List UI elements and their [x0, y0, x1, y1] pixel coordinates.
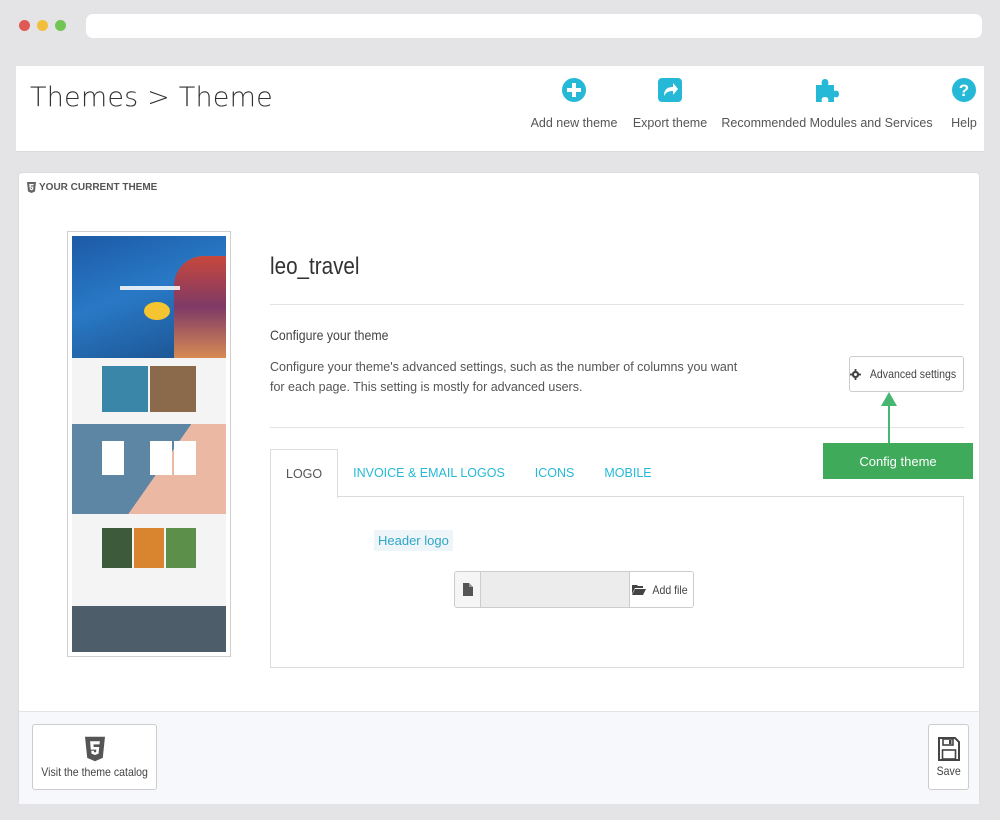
- theme-name: leo_travel: [270, 253, 360, 280]
- puzzle-icon: [816, 79, 839, 102]
- browser-chrome: [0, 0, 1000, 52]
- export-theme-label: Export theme: [632, 116, 708, 130]
- panel-footer: Visit the theme catalog Save: [19, 711, 979, 804]
- tab-icons[interactable]: ICONS: [520, 449, 590, 497]
- tab-mobile[interactable]: MOBILE: [589, 449, 666, 497]
- plus-circle-icon: [562, 78, 586, 102]
- visit-theme-catalog-button[interactable]: Visit the theme catalog: [32, 724, 157, 790]
- page-header: Themes > Theme Add new theme Export them…: [16, 66, 984, 152]
- tab-logo[interactable]: LOGO: [270, 449, 339, 498]
- panel-heading: YOUR CURRENT THEME: [27, 182, 157, 193]
- share-icon: [658, 78, 682, 102]
- header-logo-label: Header logo: [374, 530, 453, 551]
- export-theme-button[interactable]: Export theme: [628, 76, 712, 130]
- question-circle-icon: ?: [952, 78, 976, 102]
- add-new-theme-button[interactable]: Add new theme: [524, 76, 624, 130]
- window-minimize-dot[interactable]: [37, 20, 48, 31]
- add-new-theme-label: Add new theme: [530, 116, 618, 130]
- advanced-settings-label: Advanced settings: [870, 367, 957, 381]
- save-button[interactable]: Save: [928, 724, 969, 790]
- panel-heading-label: YOUR CURRENT THEME: [39, 182, 158, 193]
- add-file-button[interactable]: Add file: [629, 572, 693, 607]
- floppy-disk-icon: [937, 737, 960, 761]
- recommended-modules-label: Recommended Modules and Services: [721, 116, 933, 130]
- config-theme-callout: Config theme: [823, 443, 973, 479]
- file-icon-box: [455, 572, 481, 607]
- configure-description: Configure your theme's advanced settings…: [270, 360, 738, 394]
- current-theme-panel: YOUR CURRENT THEME leo_travel Configure …: [18, 172, 980, 804]
- logo-tab-content: Header logo Add file: [270, 496, 964, 668]
- window-close-dot[interactable]: [19, 20, 30, 31]
- folder-open-icon: [632, 585, 647, 595]
- tab-invoice-email-logos[interactable]: INVOICE & EMAIL LOGOS: [338, 449, 520, 497]
- theme-preview-image: [67, 231, 231, 657]
- recommended-modules-button[interactable]: Recommended Modules and Services: [719, 76, 935, 130]
- html5-icon: [84, 736, 105, 762]
- help-button[interactable]: ? Help: [944, 76, 984, 130]
- annotation-arrow-head: [881, 392, 897, 406]
- save-label: Save: [936, 764, 961, 778]
- html5-icon: [27, 182, 36, 193]
- page-title: Themes > Theme: [30, 82, 273, 113]
- divider: [270, 304, 964, 305]
- file-name-field[interactable]: [481, 572, 629, 607]
- svg-text:?: ?: [959, 81, 969, 100]
- add-file-label: Add file: [652, 582, 689, 597]
- visit-theme-catalog-label: Visit the theme catalog: [41, 765, 148, 779]
- gear-icon: [850, 368, 862, 380]
- address-bar[interactable]: [86, 14, 982, 38]
- header-logo-upload: Add file: [454, 571, 694, 608]
- window-maximize-dot[interactable]: [55, 20, 66, 31]
- divider: [270, 427, 964, 428]
- advanced-settings-button[interactable]: Advanced settings: [849, 356, 964, 392]
- configure-title: Configure your theme: [270, 327, 389, 343]
- file-icon: [462, 583, 473, 596]
- help-label: Help: [951, 116, 977, 130]
- logo-tabs: LOGO INVOICE & EMAIL LOGOS ICONS MOBILE: [270, 449, 667, 498]
